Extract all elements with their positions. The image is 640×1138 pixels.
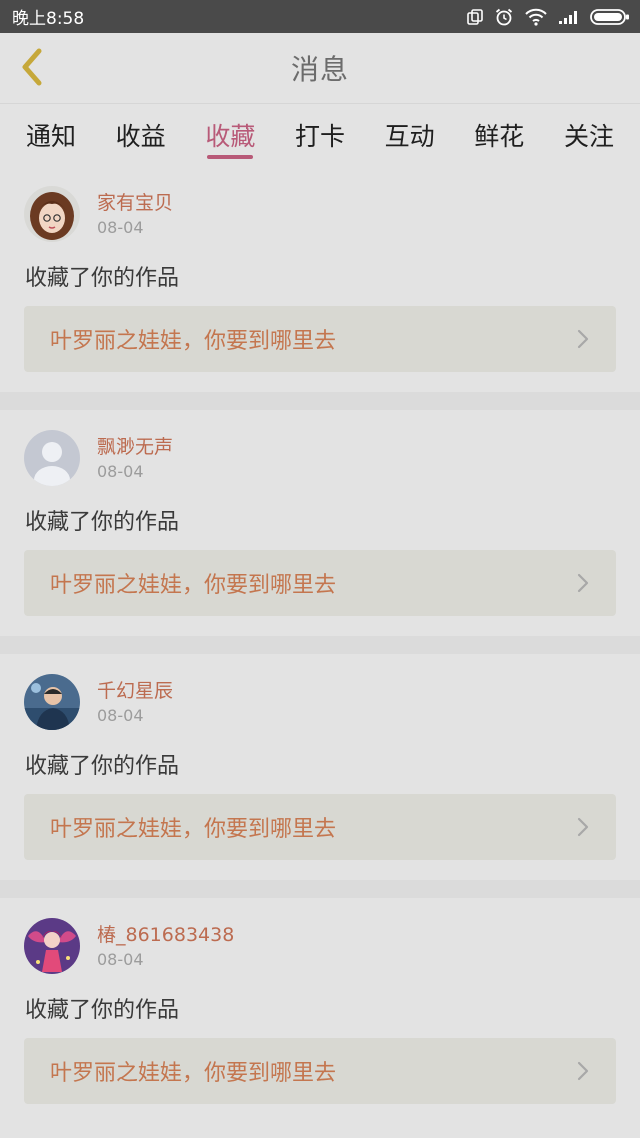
- chevron-right-icon: [576, 328, 590, 354]
- work-link[interactable]: 叶罗丽之娃娃，你要到哪里去: [24, 306, 616, 372]
- card-divider: [0, 636, 640, 654]
- tab-bar: 通知 收益 收藏 打卡 互动 鲜花 关注: [0, 104, 640, 166]
- avatar[interactable]: [24, 674, 80, 730]
- chevron-right-icon: [576, 816, 590, 842]
- work-link[interactable]: 叶罗丽之娃娃，你要到哪里去: [24, 550, 616, 616]
- signal-icon: [558, 9, 580, 25]
- tab-notifications[interactable]: 通知: [26, 104, 76, 166]
- battery-icon: [590, 8, 630, 26]
- chevron-right-icon: [576, 1060, 590, 1086]
- action-text: 收藏了你的作品: [25, 998, 180, 1023]
- card-divider: [0, 392, 640, 410]
- work-title: 叶罗丽之娃娃，你要到哪里去: [50, 817, 337, 842]
- username[interactable]: 椿_861683438: [97, 920, 234, 947]
- status-icons: [466, 7, 630, 27]
- back-button[interactable]: [12, 47, 52, 91]
- action-text: 收藏了你的作品: [25, 754, 180, 779]
- action-text: 收藏了你的作品: [25, 510, 180, 535]
- work-title: 叶罗丽之娃娃，你要到哪里去: [50, 329, 337, 354]
- message-card: 椿_861683438 08-04 收藏了你的作品 叶罗丽之娃娃，你要到哪里去: [0, 898, 640, 1124]
- avatar[interactable]: [24, 430, 80, 486]
- message-date: 08-04: [97, 462, 144, 481]
- username[interactable]: 飘渺无声: [97, 432, 173, 459]
- username[interactable]: 千幻星辰: [97, 676, 173, 703]
- message-card: 飘渺无声 08-04 收藏了你的作品 叶罗丽之娃娃，你要到哪里去: [0, 410, 640, 636]
- back-arrow-icon: [17, 47, 47, 91]
- message-card: 千幻星辰 08-04 收藏了你的作品 叶罗丽之娃娃，你要到哪里去: [0, 654, 640, 880]
- work-title: 叶罗丽之娃娃，你要到哪里去: [50, 1061, 337, 1086]
- tab-follows[interactable]: 关注: [564, 104, 614, 166]
- card-divider: [0, 880, 640, 898]
- alarm-icon: [494, 7, 514, 27]
- status-bar: 晚上8:58: [0, 0, 640, 33]
- work-link[interactable]: 叶罗丽之娃娃，你要到哪里去: [24, 794, 616, 860]
- avatar[interactable]: [24, 918, 80, 974]
- status-time: 晚上8:58: [12, 9, 85, 29]
- message-date: 08-04: [97, 218, 144, 237]
- tab-checkin[interactable]: 打卡: [295, 104, 345, 166]
- username[interactable]: 家有宝贝: [97, 188, 173, 215]
- tab-favorites[interactable]: 收藏: [205, 104, 255, 166]
- message-date: 08-04: [97, 950, 144, 969]
- work-title: 叶罗丽之娃娃，你要到哪里去: [50, 573, 337, 598]
- action-text: 收藏了你的作品: [25, 266, 180, 291]
- work-link[interactable]: 叶罗丽之娃娃，你要到哪里去: [24, 1038, 616, 1104]
- message-list: 家有宝贝 08-04 收藏了你的作品 叶罗丽之娃娃，你要到哪里去 飘渺无声 08…: [0, 166, 640, 1124]
- chevron-right-icon: [576, 572, 590, 598]
- tab-interactions[interactable]: 互动: [385, 104, 435, 166]
- tab-earnings[interactable]: 收益: [116, 104, 166, 166]
- rotation-lock-icon: [466, 8, 484, 26]
- page-title: 消息: [290, 53, 349, 86]
- message-date: 08-04: [97, 706, 144, 725]
- avatar[interactable]: [24, 186, 80, 242]
- message-card: 家有宝贝 08-04 收藏了你的作品 叶罗丽之娃娃，你要到哪里去: [0, 166, 640, 392]
- tab-flowers[interactable]: 鲜花: [474, 104, 524, 166]
- wifi-icon: [524, 8, 548, 26]
- header-bar: 消息: [0, 33, 640, 104]
